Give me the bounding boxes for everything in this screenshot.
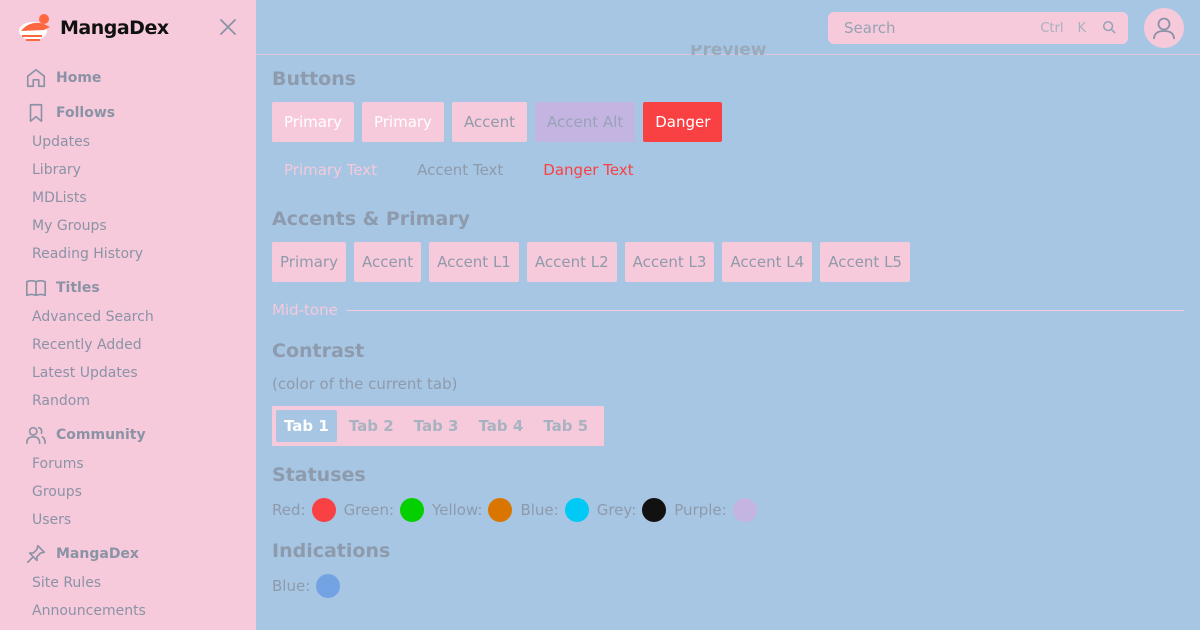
sidebar-item-reading-history[interactable]: Reading History [0,240,256,268]
primary-button[interactable]: Primary [272,102,354,142]
status-label-blue: Blue: [520,501,559,519]
status-dot-purple [732,498,757,522]
sidebar-section-label: Titles [56,280,100,296]
status-label-red: Red: [272,501,306,519]
sidebar-item-announcements[interactable]: Announcements [0,597,256,625]
search-icon [1102,19,1116,38]
swatch-accent-l1: Accent L1 [429,242,519,282]
brand-name: MangaDex [60,17,169,39]
contrast-heading: Contrast [272,340,365,362]
sidebar-item-mdlists[interactable]: MDLists [0,184,256,212]
swatch-accent-l4: Accent L4 [722,242,813,282]
sidebar-section-community[interactable]: Community [0,420,256,450]
swatch-accent-l3: Accent L3 [624,242,715,282]
tab-bar: Tab 1 Tab 2 Tab 3 Tab 4 Tab 5 [272,406,605,446]
status-dot-blue [564,498,589,522]
bookmark-icon [24,101,48,125]
sidebar-section-titles[interactable]: Titles [0,273,256,303]
pin-icon [24,542,48,566]
search-input[interactable]: Search Ctrl K [828,12,1128,44]
primary-text-button[interactable]: Primary Text [272,152,389,188]
midtone-divider: Mid-tone [272,298,1184,322]
status-dot-green [400,498,425,522]
status-label-grey: Grey: [596,501,637,519]
sidebar-item-my-groups[interactable]: My Groups [0,212,256,240]
indications-heading: Indications [272,540,391,562]
sidebar-item-advanced-search[interactable]: Advanced Search [0,303,256,331]
sidebar-item-users[interactable]: Users [0,506,256,534]
shortcut-key-label: K [1077,20,1086,36]
divider-line [345,309,1184,311]
indication-label-blue: Blue: [272,577,311,595]
accents-heading: Accents & Primary [272,208,471,230]
close-icon [220,19,236,35]
primary-button-2[interactable]: Primary [361,102,444,142]
indications-row: Blue: [272,573,348,599]
statuses-row: Red: Green: Yellow: Blue: Grey: Purple: [272,497,765,523]
swatch-accent-l5: Accent L5 [820,242,910,282]
book-icon [24,276,48,300]
accent-text-button[interactable]: Accent Text [405,152,515,188]
swatch-primary: Primary [272,242,346,282]
status-label-yellow: Yellow: [432,501,483,519]
sidebar-item-random[interactable]: Random [0,387,256,415]
users-icon [24,423,48,447]
danger-button[interactable]: Danger [643,102,723,142]
sidebar-item-recently-added[interactable]: Recently Added [0,331,256,359]
user-avatar-button[interactable] [1144,8,1184,48]
sidebar-item-site-rules[interactable]: Site Rules [0,569,256,597]
sidebar-item-updates[interactable]: Updates [0,128,256,156]
sidebar-section-label: Follows [56,105,116,121]
status-dot-red [311,498,336,522]
sidebar-section-label: MangaDex [56,546,139,562]
sidebar-section-mangadex[interactable]: MangaDex [0,539,256,569]
swatch-accent-l2: Accent L2 [526,242,617,282]
status-label-green: Green: [343,501,395,519]
accent-button[interactable]: Accent [451,102,528,142]
tab-4[interactable]: Tab 4 [470,410,531,442]
accent-swatches-row: Primary Accent Accent L1 Accent L2 Accen… [272,242,918,282]
sidebar-nav: Home Follows Updates Library MDLists My … [0,62,256,625]
sidebar-item-groups[interactable]: Groups [0,478,256,506]
status-dot-yellow [488,498,513,522]
sidebar-section-home[interactable]: Home [0,63,256,93]
sidebar-section-label: Community [56,427,146,443]
sidebar-section-follows[interactable]: Follows [0,98,256,128]
shortcut-ctrl-label: Ctrl [1040,20,1064,36]
search-placeholder: Search [844,19,896,37]
accent-alt-button[interactable]: Accent Alt [535,102,636,142]
swatch-accent: Accent [353,242,422,282]
text-buttons-row: Primary Text Accent Text Danger Text [272,152,654,188]
sidebar-item-library[interactable]: Library [0,156,256,184]
midtone-label: Mid-tone [272,301,338,319]
tab-2[interactable]: Tab 2 [341,410,402,442]
indication-dot-blue [316,574,341,598]
buttons-heading: Buttons [272,68,357,90]
user-icon [1153,17,1175,40]
tab-3[interactable]: Tab 3 [406,410,467,442]
statuses-heading: Statuses [272,464,366,486]
status-label-purple: Purple: [674,501,727,519]
filled-buttons-row: Primary Primary Accent Accent Alt Danger [272,102,730,142]
tab-1[interactable]: Tab 1 [276,410,337,442]
mangadex-logo-icon [18,12,52,44]
sidebar: MangaDex Home Follows Updates Library MD… [0,0,256,630]
preview-title: Preview [690,45,767,55]
contrast-subtitle: (color of the current tab) [272,375,458,393]
status-dot-grey [642,498,667,522]
danger-text-button[interactable]: Danger Text [531,152,645,188]
close-sidebar-button[interactable] [218,17,238,37]
home-icon [24,66,48,90]
sidebar-item-forums[interactable]: Forums [0,450,256,478]
sidebar-section-label: Home [56,70,102,86]
tab-5[interactable]: Tab 5 [535,410,596,442]
sidebar-item-latest-updates[interactable]: Latest Updates [0,359,256,387]
brand-logo[interactable]: MangaDex [18,12,169,44]
